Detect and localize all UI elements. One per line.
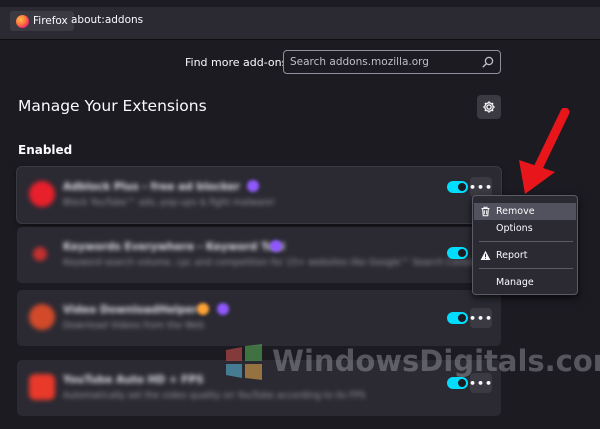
extension-icon [29, 374, 55, 400]
addons-search-input[interactable] [290, 54, 480, 70]
tools-gear-button[interactable] [477, 95, 501, 119]
url-text[interactable]: about:addons [71, 14, 143, 26]
extension-icon [29, 304, 55, 330]
recommended-badge-icon [217, 303, 229, 315]
recommended-badge-icon [270, 240, 282, 252]
extension-description: Block YouTube™ ads, pop-ups & fight malw… [63, 198, 276, 208]
extension-description: Automatically set the video quality on Y… [63, 391, 366, 401]
toggle-knob [458, 379, 466, 387]
menu-item-label: Report [496, 250, 528, 261]
url-bar[interactable]: Firefox about:addons [0, 0, 600, 40]
extension-card[interactable]: Video DownloadHelper Download Videos fro… [17, 290, 501, 346]
page-title: Manage Your Extensions [18, 97, 207, 115]
extension-enable-toggle[interactable] [447, 377, 468, 389]
gear-icon [483, 101, 495, 113]
more-options-button[interactable]: ••• [469, 308, 492, 328]
extension-enable-toggle[interactable] [447, 312, 468, 324]
menu-separator [479, 241, 573, 242]
red-arrow-icon [519, 108, 570, 194]
firefox-logo-icon [16, 14, 29, 28]
watermark-text: WindowsDigitals.com [272, 344, 600, 378]
recommended-badge-icon [197, 303, 209, 315]
watermark-logo-icon [226, 344, 262, 380]
extension-card[interactable]: Adblock Plus - free ad blocker Block You… [17, 167, 501, 223]
enabled-section-title: Enabled [18, 143, 73, 157]
extension-enable-toggle[interactable] [447, 247, 468, 259]
extension-context-menu: Remove Options Report Manage [472, 195, 578, 295]
menu-item-label: Options [496, 223, 533, 234]
identity-box[interactable]: Firefox [10, 11, 74, 31]
extension-name[interactable]: YouTube Auto HD + FPS [63, 374, 204, 386]
extension-description: Keyword search volume, cpc and competiti… [63, 258, 482, 268]
find-more-label: Find more add-ons [185, 56, 288, 69]
menu-separator [479, 268, 573, 269]
tab-strip-edge [0, 0, 600, 7]
search-icon[interactable] [482, 56, 494, 68]
extension-name[interactable]: Keywords Everywhere - Keyword Tool [63, 241, 285, 253]
addons-search-box[interactable] [283, 50, 501, 74]
trash-icon [481, 206, 490, 217]
extension-icon [29, 181, 55, 207]
menu-item-manage[interactable]: Manage [474, 274, 576, 291]
warning-icon [480, 250, 491, 260]
extension-enable-toggle[interactable] [447, 181, 468, 193]
menu-item-label: Manage [496, 277, 534, 288]
identity-label: Firefox [33, 15, 68, 27]
extension-card[interactable]: Keywords Everywhere - Keyword Tool Keywo… [17, 227, 501, 283]
extension-description: Download Videos from the Web [63, 321, 205, 331]
toggle-knob [458, 314, 466, 322]
toggle-knob [458, 249, 466, 257]
menu-item-report[interactable]: Report [474, 247, 576, 264]
extension-name[interactable]: Video DownloadHelper [63, 304, 198, 316]
menu-item-remove[interactable]: Remove [474, 203, 576, 220]
more-options-button[interactable]: ••• [469, 177, 492, 197]
extension-name[interactable]: Adblock Plus - free ad blocker [63, 181, 240, 193]
recommended-badge-icon [247, 180, 259, 192]
extension-icon [33, 247, 47, 261]
menu-item-options[interactable]: Options [474, 220, 576, 237]
menu-item-label: Remove [496, 206, 535, 217]
toggle-knob [458, 183, 466, 191]
